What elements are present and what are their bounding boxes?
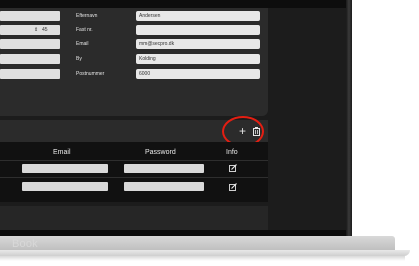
number-stepper[interactable]: ⇕ 45: [0, 25, 60, 35]
row-divider: [0, 177, 268, 178]
row-2-email-cell[interactable]: [22, 182, 108, 191]
field-label-efternavn: Efternavn: [76, 13, 98, 19]
column-header-info[interactable]: Info: [226, 149, 238, 156]
row-1-password-cell[interactable]: [124, 164, 204, 173]
left-input-3[interactable]: [0, 39, 60, 49]
left-input-1[interactable]: [0, 11, 60, 21]
column-header-password[interactable]: Password: [145, 149, 176, 156]
app-screen: ⇕ 45 Efternavn Andersen Fast nr. Email m…: [0, 8, 346, 230]
field-label-by: By: [76, 56, 82, 62]
field-label-email: Email: [76, 41, 89, 47]
row-2-password-cell[interactable]: [124, 182, 204, 191]
edit-icon[interactable]: [229, 183, 237, 191]
efternavn-field[interactable]: Andersen: [136, 11, 260, 21]
field-label-postnummer: Postnummer: [76, 71, 105, 77]
header-divider: [0, 160, 268, 161]
stepper-arrows-icon[interactable]: ⇕: [34, 25, 38, 35]
row-1-email-cell[interactable]: [22, 164, 108, 173]
laptop-base: [0, 236, 419, 266]
stepper-value: 45: [42, 27, 48, 33]
left-input-5[interactable]: [0, 69, 60, 79]
fast-nr-field[interactable]: [136, 25, 260, 35]
field-label-fast-nr: Fast nr.: [76, 27, 93, 33]
footer-panel: [0, 206, 268, 230]
email-field[interactable]: mm@secpro.dk: [136, 39, 260, 49]
contact-form: ⇕ 45 Efternavn Andersen Fast nr. Email m…: [0, 8, 268, 116]
left-input-4[interactable]: [0, 54, 60, 64]
by-field[interactable]: Kolding: [136, 54, 260, 64]
postnummer-field[interactable]: 6000: [136, 69, 260, 79]
edit-icon[interactable]: [229, 164, 237, 172]
laptop-shadow: [0, 256, 405, 261]
laptop-brand-label: Book: [12, 238, 38, 250]
laptop-base-top: [0, 236, 395, 250]
column-header-email[interactable]: Email: [53, 149, 71, 156]
laptop-bezel-edge: [346, 0, 352, 238]
